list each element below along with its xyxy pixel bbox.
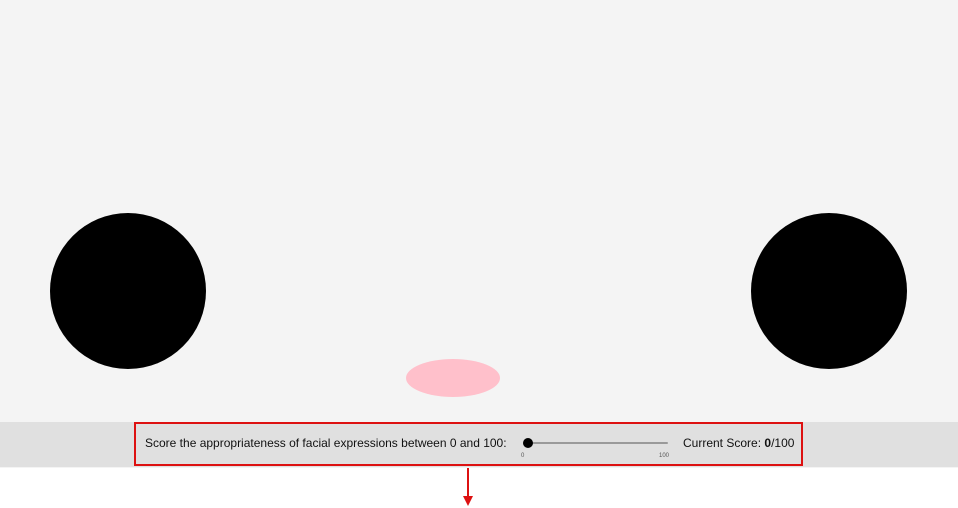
mouth bbox=[406, 359, 500, 397]
face-canvas bbox=[0, 0, 958, 468]
left-eye bbox=[50, 213, 206, 369]
annotation-arrow-head bbox=[463, 496, 473, 506]
annotation-arrow-line bbox=[467, 468, 469, 498]
highlight-box bbox=[134, 422, 803, 466]
right-eye bbox=[751, 213, 907, 369]
